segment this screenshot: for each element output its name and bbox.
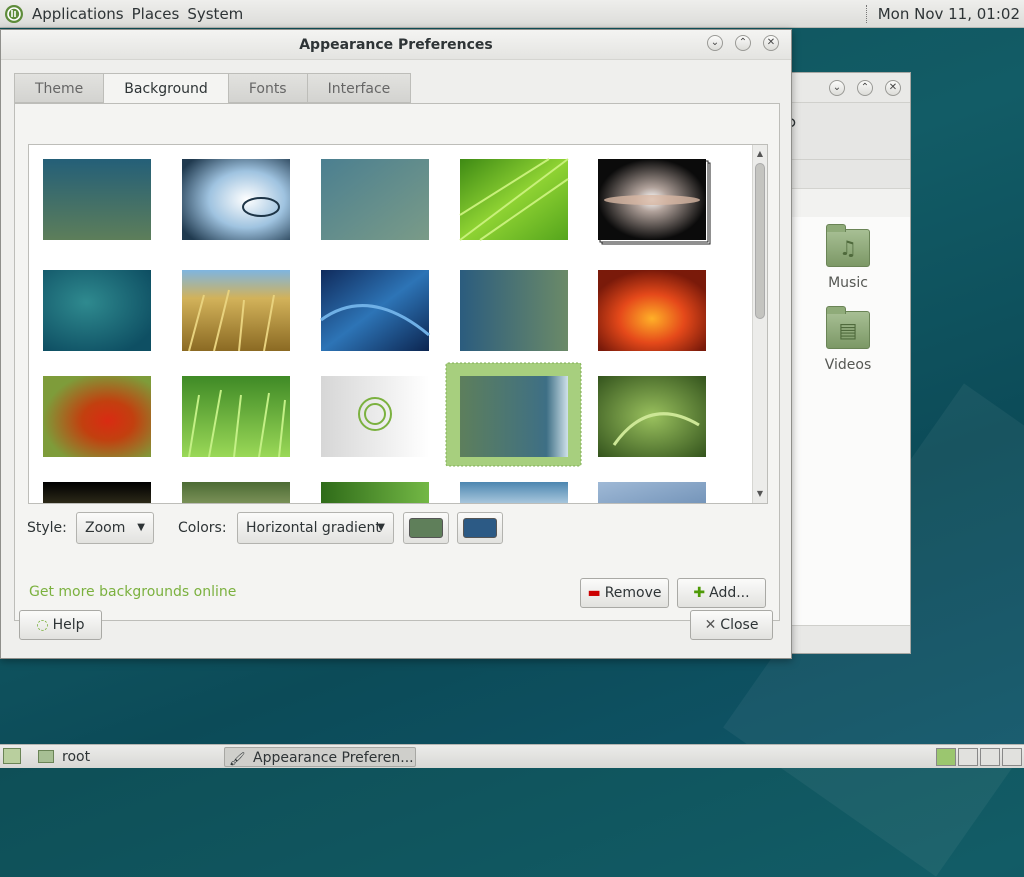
dialog-title: Appearance Preferences	[299, 37, 493, 53]
minimize-button[interactable]: ⌄	[829, 80, 845, 96]
scrollbar-thumb[interactable]	[755, 163, 765, 319]
panel-separator	[865, 5, 868, 23]
folder-icon	[38, 750, 54, 763]
help-icon: ◌	[36, 617, 49, 633]
show-desktop-icon[interactable]	[3, 748, 21, 764]
wallpaper-thumb[interactable]	[460, 270, 568, 351]
primary-color-button[interactable]	[403, 512, 449, 544]
file-manager-titlebar[interactable]: ⌄ ⌃ ✕	[785, 73, 910, 103]
maximize-button[interactable]: ⌃	[857, 80, 873, 96]
videos-folder[interactable]: ▤ Videos	[803, 306, 893, 373]
location-bar	[785, 159, 910, 160]
minimize-button[interactable]: ⌄	[707, 35, 723, 51]
appearance-icon: 🖌	[229, 752, 246, 767]
colors-label: Colors:	[178, 520, 227, 536]
wallpaper-thumb[interactable]	[460, 482, 568, 503]
dropdown-arrow-icon: ▼	[137, 522, 145, 533]
close-button-label: Close	[720, 617, 759, 633]
taskbar-item-label: root	[62, 749, 91, 765]
style-dropdown[interactable]: Zoom ▼	[76, 512, 154, 544]
tab-interface[interactable]: Interface	[306, 73, 412, 103]
colors-dropdown[interactable]: Horizontal gradient ▼	[237, 512, 394, 544]
wallpaper-gallery[interactable]: ▲ ▼	[28, 144, 768, 504]
background-tab-panel: ▲ ▼ Style: Zoom ▼ Colors: Horizontal gra…	[14, 103, 780, 621]
help-button[interactable]: ◌ Help	[19, 610, 102, 640]
scroll-down-arrow-icon[interactable]: ▼	[753, 487, 767, 501]
wallpaper-thumb[interactable]	[598, 482, 706, 503]
dropdown-arrow-icon: ▼	[377, 522, 385, 533]
style-dropdown-value: Zoom	[85, 520, 126, 536]
maximize-button[interactable]: ⌃	[735, 35, 751, 51]
galaxy-mark	[604, 195, 700, 205]
wallpaper-thumb[interactable]	[598, 270, 706, 351]
folder-label: Music	[828, 275, 868, 291]
applications-menu[interactable]: Applications	[32, 5, 124, 23]
clock-text: Mon Nov 11, 01:02	[877, 5, 1020, 23]
wallpaper-thumb[interactable]	[182, 159, 290, 240]
file-manager-content: ♫ Music ▤ Videos	[785, 217, 910, 625]
appearance-preferences-dialog[interactable]: Appearance Preferences ⌄ ⌃ ✕ Theme Backg…	[0, 29, 792, 659]
close-button[interactable]: ✕	[763, 35, 779, 51]
colors-dropdown-value: Horizontal gradient	[246, 520, 381, 536]
style-label: Style:	[27, 520, 67, 536]
primary-color-swatch	[409, 518, 443, 538]
close-dialog-button[interactable]: ✕ Close	[690, 610, 773, 640]
preferences-notebook: Theme Background Fonts Interface ▲ ▼ Sty…	[14, 73, 780, 621]
clock-applet[interactable]: Mon Nov 11, 01:02	[865, 0, 1020, 28]
file-manager-statusbar	[785, 625, 910, 653]
folder-label: Videos	[824, 357, 872, 373]
get-more-backgrounds-link[interactable]: Get more backgrounds online	[29, 584, 236, 600]
tab-fonts[interactable]: Fonts	[227, 73, 307, 103]
taskbar-item-appearance[interactable]: 🖌 Appearance Preferen...	[224, 747, 416, 767]
workspace-2[interactable]	[958, 748, 978, 766]
tab-background[interactable]: Background	[103, 73, 228, 104]
secondary-color-button[interactable]	[457, 512, 503, 544]
videos-folder-icon: ▤	[826, 306, 870, 349]
taskbar-item-label: Appearance Preferen...	[253, 750, 414, 766]
wallpaper-thumb[interactable]	[182, 482, 290, 503]
help-button-label: Help	[52, 617, 85, 633]
tab-theme[interactable]: Theme	[14, 73, 104, 103]
tab-strip: Theme Background Fonts Interface	[14, 73, 412, 104]
wallpaper-thumb[interactable]	[321, 482, 429, 503]
add-button-label: Add...	[709, 585, 750, 601]
mint-logo-icon[interactable]	[4, 4, 24, 24]
system-menu[interactable]: System	[187, 5, 243, 23]
places-menu[interactable]: Places	[132, 5, 180, 23]
music-folder[interactable]: ♫ Music	[803, 224, 893, 291]
workspace-3[interactable]	[980, 748, 1000, 766]
add-button[interactable]: ✚ Add...	[677, 578, 766, 608]
file-manager-toolbar: ⚲	[785, 103, 910, 189]
workspace-4[interactable]	[1002, 748, 1022, 766]
wallpaper-thumb[interactable]	[321, 159, 429, 240]
gallery-scrollbar[interactable]: ▲ ▼	[752, 145, 767, 503]
plus-icon: ✚	[693, 585, 706, 601]
wallpaper-thumb[interactable]	[182, 270, 290, 351]
top-panel: Applications Places System Mon Nov 11, 0…	[0, 0, 1024, 28]
taskbar-item-root[interactable]: root	[36, 747, 216, 767]
music-folder-icon: ♫	[826, 224, 870, 267]
wallpaper-thumb-selected[interactable]	[460, 376, 568, 457]
remove-button[interactable]: ▬ Remove	[580, 578, 669, 608]
close-button[interactable]: ✕	[885, 80, 901, 96]
wallpaper-thumbnails	[43, 158, 711, 503]
close-icon: ✕	[704, 617, 717, 633]
workspace-1[interactable]	[936, 748, 956, 766]
dialog-titlebar[interactable]: Appearance Preferences ⌄ ⌃ ✕	[1, 30, 791, 60]
wallpaper-thumb[interactable]	[43, 159, 151, 240]
file-manager-window[interactable]: ⌄ ⌃ ✕ ⚲ ♫ Music ▤ Videos	[784, 72, 911, 654]
scroll-up-arrow-icon[interactable]: ▲	[753, 147, 767, 161]
remove-button-label: Remove	[604, 585, 662, 601]
wallpaper-thumb[interactable]	[43, 482, 151, 503]
wallpaper-thumb[interactable]	[43, 270, 151, 351]
secondary-color-swatch	[463, 518, 497, 538]
wallpaper-thumb[interactable]	[43, 376, 151, 457]
bottom-panel: root 🖌 Appearance Preferen...	[0, 744, 1024, 768]
minus-icon: ▬	[587, 585, 601, 601]
wallpaper-thumb[interactable]	[321, 376, 429, 457]
